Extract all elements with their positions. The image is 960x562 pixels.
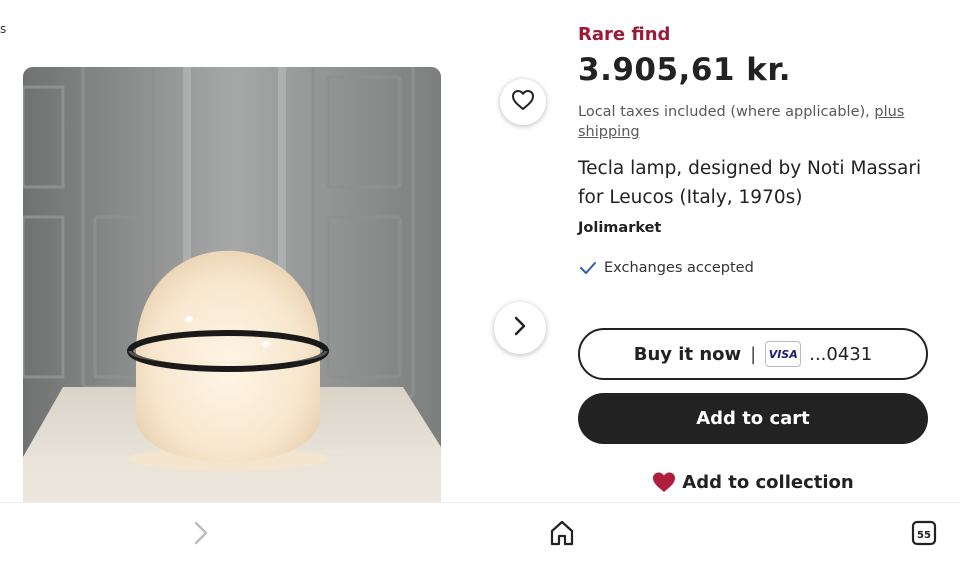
nav-home-button[interactable] — [549, 519, 575, 551]
add-to-collection-button[interactable]: Add to collection — [578, 466, 928, 498]
buy-it-now-separator: | — [750, 343, 757, 365]
chevron-right-icon — [510, 315, 530, 341]
nav-forward-button[interactable] — [190, 519, 212, 551]
bottom-nav-bar: 55 — [0, 502, 960, 562]
chevron-right-icon — [194, 521, 208, 545]
shop-name-link[interactable]: Jolimarket — [578, 220, 661, 236]
add-to-collection-label: Add to collection — [682, 471, 854, 493]
product-image[interactable] — [23, 67, 441, 507]
tax-note: Local taxes included (where applicable),… — [578, 102, 908, 142]
check-icon — [580, 262, 596, 274]
nav-tabs-button[interactable]: 55 — [911, 519, 937, 551]
visa-card-icon: VISA — [765, 341, 802, 367]
heart-filled-icon — [653, 472, 676, 492]
buy-it-now-button[interactable]: Buy it now | VISA ...0431 — [578, 328, 928, 380]
clipped-edge-text: s — [0, 22, 7, 36]
exchanges-text: Exchanges accepted — [604, 260, 754, 276]
exchanges-note: Exchanges accepted — [578, 258, 754, 278]
heart-outline-icon — [511, 89, 535, 115]
home-icon — [550, 520, 574, 546]
card-suffix: ...0431 — [809, 343, 873, 365]
rare-find-badge: Rare find — [578, 24, 671, 45]
next-image-button[interactable] — [494, 302, 546, 354]
buy-it-now-label: Buy it now — [633, 343, 742, 365]
product-price: 3.905,61 kr. — [578, 52, 792, 88]
product-title: Tecla lamp, designed by Noti Massari for… — [578, 158, 922, 208]
tab-count: 55 — [917, 530, 931, 541]
tabs-count-icon: 55 — [911, 520, 937, 546]
favorite-button[interactable] — [500, 79, 546, 125]
add-to-cart-button[interactable]: Add to cart — [578, 393, 928, 444]
tax-note-text: Local taxes included (where applicable), — [578, 104, 870, 120]
